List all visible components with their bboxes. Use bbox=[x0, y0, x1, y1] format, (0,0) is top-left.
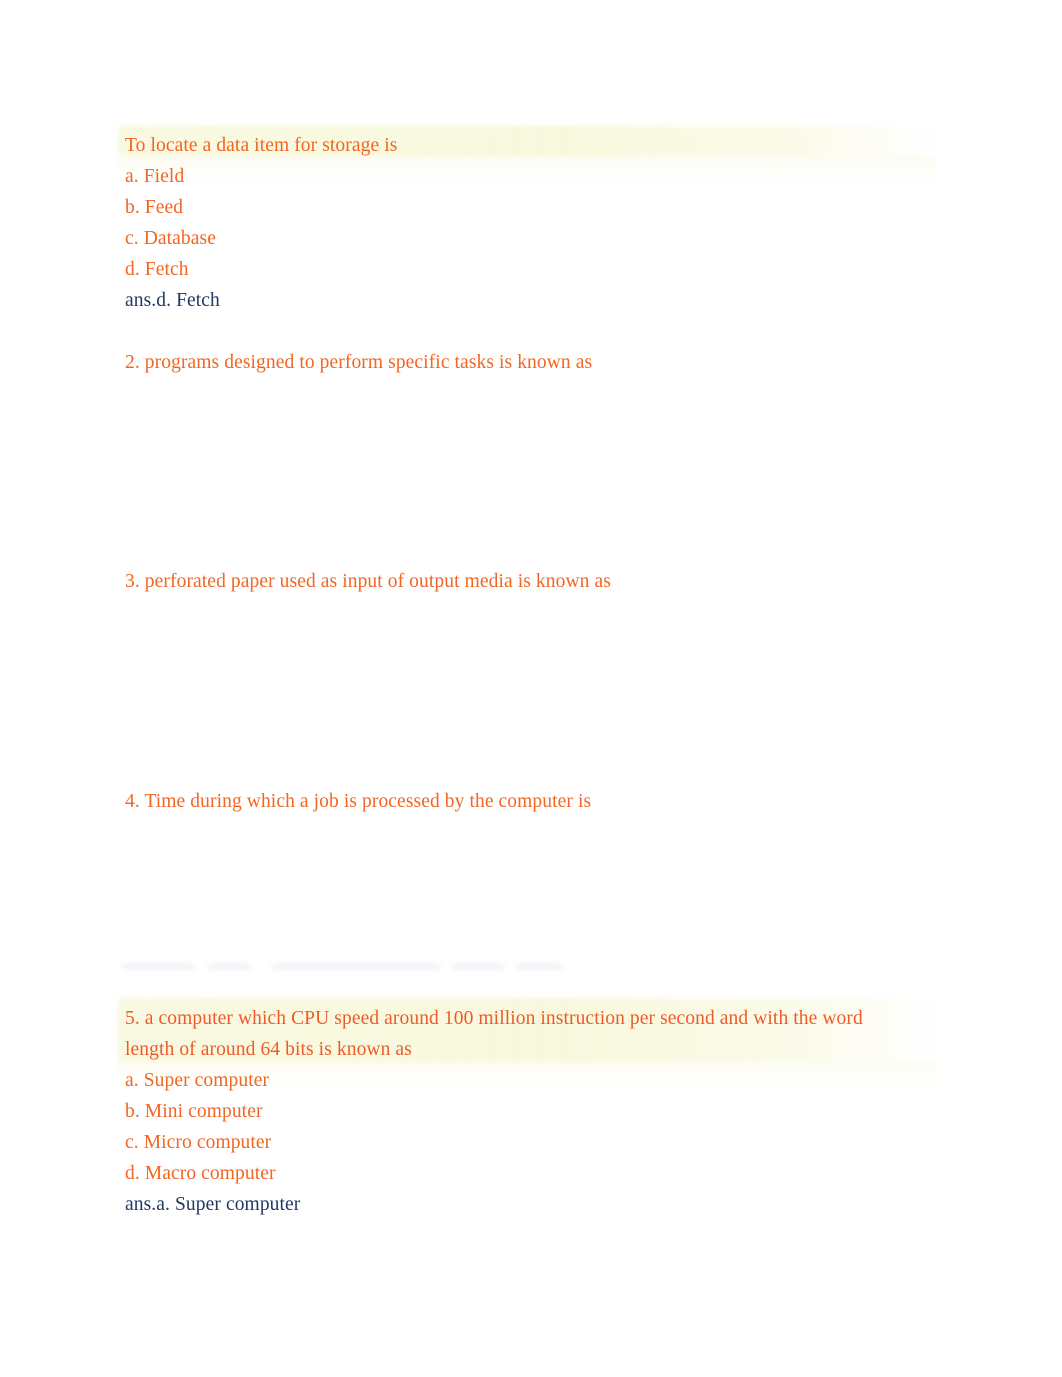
question-block-2: 2. programs designed to perform specific… bbox=[125, 347, 1005, 378]
question-3-prompt: 3. perforated paper used as input of out… bbox=[125, 571, 611, 592]
question-5-option-d[interactable]: d. Macro computer bbox=[125, 1158, 1005, 1189]
question-block-1: To locate a data item for storage is a. … bbox=[125, 130, 1005, 316]
question-5-option-a[interactable]: a. Super computer bbox=[125, 1065, 1005, 1096]
question-4-prompt: 4. Time during which a job is processed … bbox=[125, 791, 592, 812]
question-5-option-b[interactable]: b. Mini computer bbox=[125, 1096, 1005, 1127]
question-block-5: 5. a computer which CPU speed around 100… bbox=[125, 1003, 1005, 1220]
question-5-prompt-line-2: length of around 64 bits is known as bbox=[125, 1039, 412, 1060]
question-2-prompt: 2. programs designed to perform specific… bbox=[125, 352, 593, 373]
question-5-option-c[interactable]: c. Micro computer bbox=[125, 1127, 1005, 1158]
question-1-answer: ans.d. Fetch bbox=[125, 290, 220, 311]
question-block-3: 3. perforated paper used as input of out… bbox=[125, 566, 1005, 597]
document-page: To locate a data item for storage is a. … bbox=[0, 0, 1062, 1377]
obscured-text-artifact bbox=[122, 960, 562, 974]
question-5-prompt-line-1: 5. a computer which CPU speed around 100… bbox=[125, 1008, 863, 1029]
question-1-option-d[interactable]: d. Fetch bbox=[125, 254, 1005, 285]
question-1-option-b[interactable]: b. Feed bbox=[125, 192, 1005, 223]
question-1-option-c[interactable]: c. Database bbox=[125, 223, 1005, 254]
question-block-4: 4. Time during which a job is processed … bbox=[125, 786, 1005, 817]
question-1-prompt: To locate a data item for storage is bbox=[125, 135, 398, 156]
question-5-answer: ans.a. Super computer bbox=[125, 1194, 301, 1215]
question-1-option-a[interactable]: a. Field bbox=[125, 161, 1005, 192]
